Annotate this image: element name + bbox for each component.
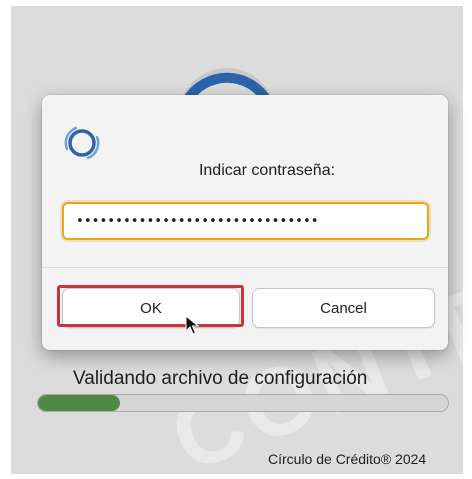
dialog-title: Indicar contraseña: [198,162,336,179]
app-ring-icon [64,126,100,160]
copyright-text: Círculo de Crédito® 2024 [268,451,427,467]
password-input[interactable] [62,202,429,240]
cancel-button[interactable]: Cancel [252,288,435,328]
password-dialog: Indicar contraseña: OK Cancel [42,95,448,350]
status-text: Validando archivo de configuración [73,368,368,389]
progress-bar [37,394,449,412]
ok-button[interactable]: OK [62,288,240,328]
divider [42,267,448,268]
mouse-pointer-icon [185,315,199,335]
progress-fill [38,395,120,411]
